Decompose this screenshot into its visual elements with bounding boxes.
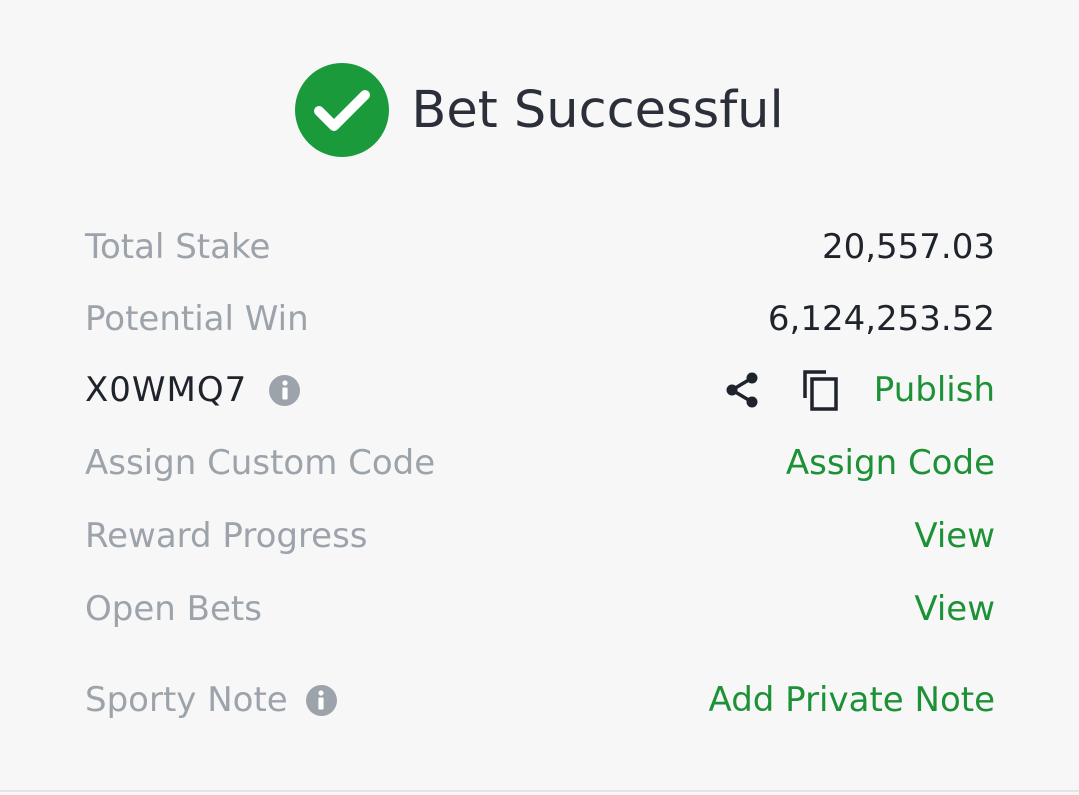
booking-code-row: X0WMQ7 Publish [85, 365, 995, 415]
sporty-note-group: Sporty Note [85, 680, 337, 720]
bet-success-panel: Bet Successful Total Stake 20,557.03 Pot… [0, 0, 1079, 792]
custom-code-label: Assign Custom Code [85, 443, 436, 483]
potential-win-row: Potential Win 6,124,253.52 [85, 294, 995, 344]
info-icon[interactable] [269, 374, 301, 406]
total-stake-label: Total Stake [85, 227, 271, 267]
open-bets-label: Open Bets [85, 589, 262, 629]
publish-button[interactable]: Publish [874, 370, 995, 410]
booking-code-group: X0WMQ7 [85, 370, 301, 410]
add-private-note-button[interactable]: Add Private Note [709, 680, 995, 720]
reward-progress-label: Reward Progress [85, 516, 368, 556]
open-bets-row: Open Bets View [85, 584, 995, 634]
page-title: Bet Successful [411, 80, 784, 140]
booking-actions: Publish [722, 368, 995, 412]
check-circle-icon [295, 63, 390, 157]
potential-win-value: 6,124,253.52 [767, 299, 995, 339]
total-stake-row: Total Stake 20,557.03 [85, 222, 995, 272]
info-icon[interactable] [305, 684, 337, 716]
booking-code: X0WMQ7 [85, 370, 248, 410]
open-bets-view-button[interactable]: View [914, 589, 995, 629]
copy-icon[interactable] [800, 368, 840, 412]
reward-progress-view-button[interactable]: View [914, 516, 995, 556]
total-stake-value: 20,557.03 [821, 227, 995, 267]
sporty-note-row: Sporty Note Add Private Note [85, 675, 995, 725]
reward-progress-row: Reward Progress View [85, 511, 995, 561]
potential-win-label: Potential Win [85, 299, 309, 339]
share-icon[interactable] [722, 370, 762, 410]
bet-success-header: Bet Successful [0, 62, 1079, 158]
assign-code-button[interactable]: Assign Code [786, 443, 995, 483]
custom-code-row: Assign Custom Code Assign Code [85, 438, 995, 488]
sporty-note-label: Sporty Note [85, 680, 288, 720]
